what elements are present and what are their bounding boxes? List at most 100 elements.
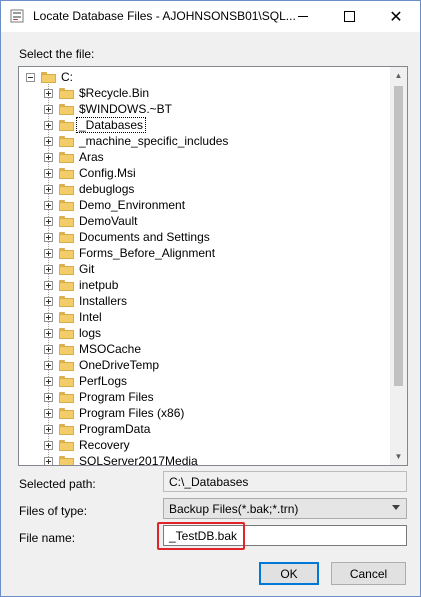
tree-folder-label: OneDriveTemp: [79, 358, 160, 372]
tree-folder-row[interactable]: inetpub: [19, 277, 389, 293]
maximize-button[interactable]: [326, 1, 372, 32]
expand-icon[interactable]: [44, 345, 53, 354]
file-name-label: File name:: [19, 531, 76, 545]
tree-folder-row[interactable]: PerfLogs: [19, 373, 389, 389]
scrollbar-thumb[interactable]: [394, 86, 403, 386]
folder-icon: [59, 456, 74, 465]
expand-icon[interactable]: [44, 217, 53, 226]
tree-vertical-scrollbar[interactable]: ▲ ▼: [390, 67, 407, 465]
cancel-button[interactable]: Cancel: [331, 562, 406, 585]
tree-folder-row[interactable]: _Databases: [19, 117, 389, 133]
expand-icon[interactable]: [44, 441, 53, 450]
file-tree[interactable]: C: $Recycle.Bin $WINDOWS.~BT _Databases _ma…: [18, 66, 408, 466]
scroll-up-arrow-icon[interactable]: ▲: [390, 67, 407, 84]
tree-folder-label: Demo_Environment: [79, 198, 186, 212]
tree-folder-row[interactable]: $Recycle.Bin: [19, 85, 389, 101]
tree-folder-row[interactable]: Aras: [19, 149, 389, 165]
expand-icon[interactable]: [44, 185, 53, 194]
tree-folder-row[interactable]: debuglogs: [19, 181, 389, 197]
tree-folder-label: $Recycle.Bin: [79, 86, 150, 100]
expand-icon[interactable]: [44, 201, 53, 210]
folder-icon: [59, 216, 74, 227]
tree-folder-row[interactable]: SQLServer2017Media: [19, 453, 389, 466]
scroll-down-arrow-icon[interactable]: ▼: [390, 448, 407, 465]
tree-folder-row[interactable]: Recovery: [19, 437, 389, 453]
ok-button[interactable]: OK: [259, 562, 319, 585]
expand-icon[interactable]: [44, 361, 53, 370]
folder-icon: [59, 312, 74, 323]
tree-folder-row[interactable]: Installers: [19, 293, 389, 309]
folder-icon: [59, 88, 74, 99]
folder-icon: [59, 120, 74, 131]
folder-icon: [59, 440, 74, 451]
folder-icon: [59, 360, 74, 371]
tree-folder-row[interactable]: Demo_Environment: [19, 197, 389, 213]
folder-icon: [59, 296, 74, 307]
expand-icon[interactable]: [44, 249, 53, 258]
tree-folder-label: PerfLogs: [79, 374, 128, 388]
tree-folder-label: Config.Msi: [79, 166, 136, 180]
tree-folder-row[interactable]: Git: [19, 261, 389, 277]
folder-icon: [59, 248, 74, 259]
folder-icon: [59, 392, 74, 403]
expand-icon[interactable]: [44, 329, 53, 338]
tree-folder-row[interactable]: Config.Msi: [19, 165, 389, 181]
files-of-type-select[interactable]: Backup Files(*.bak;*.trn): [163, 498, 407, 519]
expand-icon[interactable]: [44, 153, 53, 162]
tree-folder-row[interactable]: Forms_Before_Alignment: [19, 245, 389, 261]
expand-icon[interactable]: [44, 121, 53, 130]
tree-folder-label: Program Files: [79, 390, 154, 404]
tree-folder-row[interactable]: Documents and Settings: [19, 229, 389, 245]
sql-server-app-icon: [10, 9, 24, 23]
expand-icon[interactable]: [44, 313, 53, 322]
tree-folder-row[interactable]: $WINDOWS.~BT: [19, 101, 389, 117]
folder-icon: [59, 376, 74, 387]
expand-icon[interactable]: [44, 105, 53, 114]
minimize-button[interactable]: [280, 1, 326, 32]
tree-folder-row[interactable]: OneDriveTemp: [19, 357, 389, 373]
expand-icon[interactable]: [44, 281, 53, 290]
folder-icon: [59, 184, 74, 195]
tree-folder-row[interactable]: DemoVault: [19, 213, 389, 229]
expand-icon[interactable]: [44, 377, 53, 386]
expand-icon[interactable]: [44, 265, 53, 274]
folder-icon: [59, 264, 74, 275]
expand-icon[interactable]: [44, 409, 53, 418]
expand-icon[interactable]: [44, 137, 53, 146]
maximize-icon: [343, 11, 355, 22]
tree-folder-label: Documents and Settings: [79, 230, 210, 244]
tree-folder-row[interactable]: Program Files: [19, 389, 389, 405]
select-file-label: Select the file:: [19, 47, 95, 61]
expand-icon[interactable]: [44, 89, 53, 98]
expand-icon[interactable]: [44, 425, 53, 434]
title-bar[interactable]: Locate Database Files - AJOHNSONSB01\SQL…: [1, 1, 420, 32]
expand-icon[interactable]: [44, 457, 53, 465]
folder-icon: [59, 232, 74, 243]
tree-folder-row[interactable]: _machine_specific_includes: [19, 133, 389, 149]
tree-folder-row[interactable]: logs: [19, 325, 389, 341]
folder-icon: [59, 344, 74, 355]
collapse-icon[interactable]: [26, 73, 35, 82]
folder-icon: [59, 408, 74, 419]
tree-folder-label: Git: [79, 262, 95, 276]
close-button[interactable]: ✕: [373, 1, 419, 32]
tree-folder-row[interactable]: MSOCache: [19, 341, 389, 357]
tree-folder-label: inetpub: [79, 278, 119, 292]
expand-icon[interactable]: [44, 393, 53, 402]
tree-folder-label: SQLServer2017Media: [79, 454, 198, 466]
locate-database-files-dialog: Locate Database Files - AJOHNSONSB01\SQL…: [0, 0, 421, 597]
selected-path-value: C:\_Databases: [169, 475, 249, 489]
expand-icon[interactable]: [44, 233, 53, 242]
tree-root-row[interactable]: C:: [19, 69, 389, 85]
tree-folder-label: MSOCache: [79, 342, 142, 356]
expand-icon[interactable]: [44, 169, 53, 178]
tree-folder-label: Aras: [79, 150, 104, 164]
tree-folder-row[interactable]: Intel: [19, 309, 389, 325]
expand-icon[interactable]: [44, 297, 53, 306]
folder-icon: [59, 152, 74, 163]
tree-folder-label: Forms_Before_Alignment: [79, 246, 216, 260]
tree-folder-row[interactable]: ProgramData: [19, 421, 389, 437]
tree-folder-label: $WINDOWS.~BT: [79, 102, 173, 116]
tree-folder-row[interactable]: Program Files (x86): [19, 405, 389, 421]
files-of-type-label: Files of type:: [19, 504, 88, 518]
